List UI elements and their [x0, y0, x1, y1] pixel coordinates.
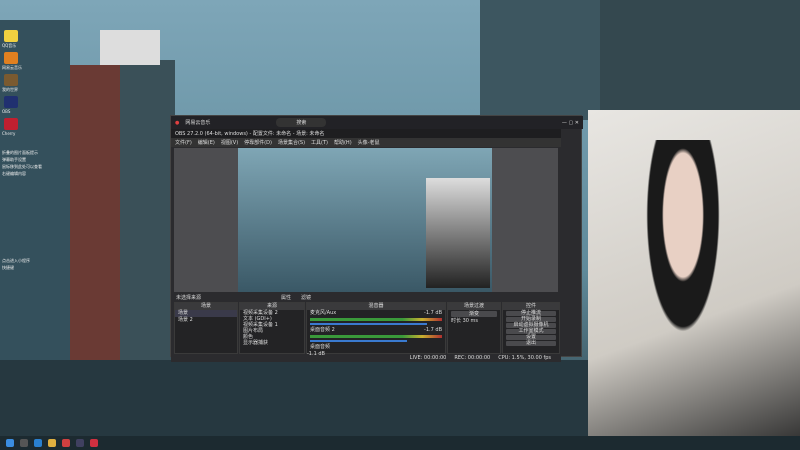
- menu-item[interactable]: 编辑(E): [198, 139, 215, 146]
- street: [0, 360, 590, 436]
- mixer-channel-name: 桌面音频: [310, 344, 331, 350]
- desktop-note: 右键编辑内容: [2, 171, 26, 176]
- streamer: [628, 140, 738, 390]
- volume-slider[interactable]: [310, 323, 428, 325]
- netease-title: 网易云音乐: [185, 120, 211, 126]
- webcam-feed: [588, 110, 800, 450]
- desktop-icon-label[interactable]: OBS: [2, 109, 10, 114]
- window-controls[interactable]: — ▢ ✕: [562, 120, 579, 126]
- menu-item[interactable]: 停靠部件(D): [244, 139, 272, 146]
- status-bar: LIVE: 00:00:00 REC: 00:00:00 CPU: 1.5%, …: [171, 355, 561, 362]
- obs-preview[interactable]: [174, 148, 558, 292]
- duration-label: 时长: [451, 318, 462, 324]
- netease-logo-icon: ●: [175, 119, 180, 126]
- desktop-note: 点击进入小程序: [2, 258, 30, 263]
- volume-slider[interactable]: [310, 340, 407, 342]
- desktop-icon[interactable]: [4, 52, 18, 64]
- desktop-icon-label[interactable]: QQ音乐: [2, 43, 16, 49]
- taskbar: [0, 436, 800, 450]
- live-time: LIVE: 00:00:00: [409, 355, 447, 361]
- folder-icon[interactable]: [48, 439, 56, 447]
- cpu-fps: CPU: 1.5%, 30.00 fps: [498, 355, 551, 361]
- netease-search[interactable]: 搜索: [276, 118, 327, 127]
- preview-webcam: [426, 178, 490, 288]
- duration-input[interactable]: 30 ms: [463, 318, 478, 324]
- obs-menu: 文件(F) 编辑(E) 视图(V) 停靠部件(D) 场景集合(S) 工具(T) 帮助(H) 头…: [171, 138, 561, 147]
- source-toolbar: 未选择来源 属性 滤镜: [174, 294, 558, 302]
- app-icon[interactable]: [90, 439, 98, 447]
- controls-dock: 控件 停止推流 开始录制 启动虚拟摄像机 工作室模式 设置 退出: [502, 302, 560, 354]
- mixer-channel-name: 桌面音频 2: [310, 327, 335, 333]
- building: [70, 65, 120, 365]
- menu-item[interactable]: 工具(T): [311, 139, 328, 146]
- no-source-label: 未选择来源: [176, 295, 202, 301]
- obs-icon[interactable]: [76, 439, 84, 447]
- dock-header: 场景过渡: [448, 303, 500, 310]
- obs-title: OBS 27.2.0 (64-bit, windows) - 配置文件: 未命名…: [171, 129, 561, 138]
- building: [600, 0, 800, 110]
- building: [480, 0, 600, 120]
- desktop-icon[interactable]: [4, 74, 18, 86]
- source-item[interactable]: 显示器捕获: [240, 340, 304, 346]
- scenes-dock: 场景 场景 场景 2: [174, 302, 238, 354]
- desktop-icon[interactable]: [4, 118, 18, 130]
- dock-header: 来源: [240, 303, 304, 310]
- netease-icon[interactable]: [62, 439, 70, 447]
- mixer-db: -1.7 dB: [424, 327, 442, 333]
- menu-item[interactable]: 头像-老鼠: [358, 139, 380, 146]
- desktop-note: 快捷键: [2, 265, 14, 270]
- billboard: [100, 30, 160, 65]
- menu-item[interactable]: 视图(V): [221, 139, 238, 146]
- dock-header: 混音器: [307, 303, 445, 310]
- desktop-note: 弹幕助手设置: [2, 157, 26, 162]
- menu-item[interactable]: 文件(F): [175, 139, 192, 146]
- control-button[interactable]: 退出: [506, 341, 556, 346]
- transitions-dock: 场景过渡 渐变 时长 30 ms: [447, 302, 501, 354]
- volume-meter: [310, 318, 442, 321]
- netease-music-bar: ● 网易云音乐 搜索 — ▢ ✕: [171, 116, 583, 129]
- desktop-icon[interactable]: [4, 96, 18, 108]
- filters-button[interactable]: 滤镜: [301, 294, 311, 302]
- desktop-icon-label[interactable]: 网易云音乐: [2, 65, 22, 71]
- dock-header: 控件: [503, 303, 559, 310]
- mixer-db: -1.7 dB: [424, 310, 442, 316]
- desktop-icon-label[interactable]: Cherry: [2, 131, 15, 136]
- preview-canvas: [238, 148, 492, 292]
- desktop-icon[interactable]: [4, 30, 18, 42]
- mixer-dock: 混音器 麦克风/Aux -1.7 dB 桌面音频 2 -1.7 dB 桌面音频 -1.1 d…: [306, 302, 446, 357]
- start-icon[interactable]: [6, 439, 14, 447]
- desktop-note: 折叠的图片面板提示: [2, 150, 38, 155]
- dock-header: 场景: [175, 303, 237, 310]
- menu-item[interactable]: 帮助(H): [334, 139, 352, 146]
- scene-item[interactable]: 场景 2: [175, 317, 237, 324]
- sources-dock: 来源 视频采集设备 2 文本 (GDI+) 视频采集设备 1 图片布局 颜色 显示器捕获: [239, 302, 305, 354]
- desktop-note: 鼠标移到此处可以查看: [2, 164, 42, 169]
- properties-button[interactable]: 属性: [281, 294, 291, 302]
- obs-window: ● 网易云音乐 搜索 — ▢ ✕ OBS 27.2.0 (64-bit, win…: [170, 115, 583, 362]
- menu-item[interactable]: 场景集合(S): [278, 139, 305, 146]
- desktop-icon-label[interactable]: 我的世界: [2, 87, 18, 93]
- search-icon[interactable]: [20, 439, 28, 447]
- transition-select[interactable]: 渐变: [451, 311, 497, 317]
- mixer-channel-name: 麦克风/Aux: [310, 310, 337, 316]
- edge-icon[interactable]: [34, 439, 42, 447]
- scene-item[interactable]: 场景: [175, 310, 237, 317]
- rec-time: REC: 00:00:00: [454, 355, 491, 361]
- building: [120, 60, 175, 390]
- volume-meter: [310, 335, 442, 338]
